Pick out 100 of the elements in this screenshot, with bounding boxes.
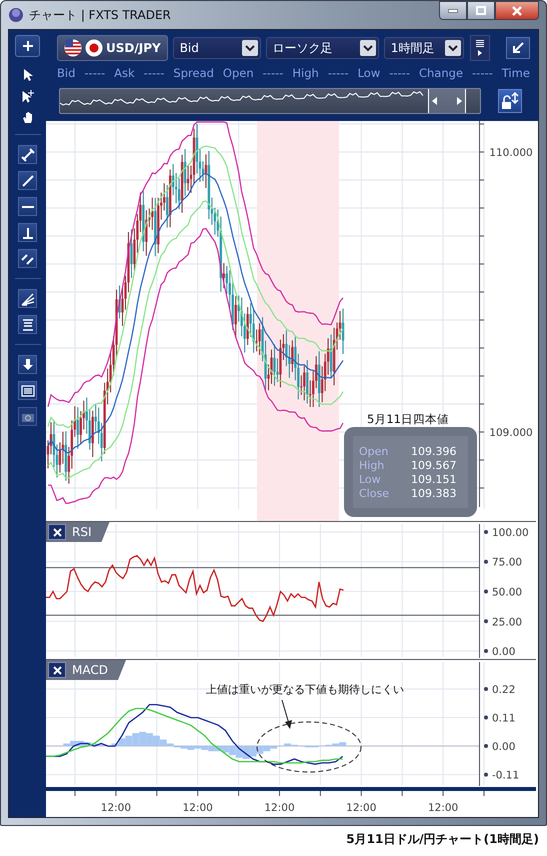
plus-icon xyxy=(22,41,32,51)
ohlc-value: 109.567 xyxy=(411,458,458,472)
trend-line-tool-button[interactable] xyxy=(18,171,37,190)
navigator-track[interactable] xyxy=(59,88,481,114)
tick-mark xyxy=(484,530,488,534)
quote-label: High xyxy=(292,66,319,80)
unlock-icon xyxy=(501,92,519,110)
quote-value: ----- xyxy=(472,66,493,80)
close-icon xyxy=(52,528,62,536)
arrow-icon xyxy=(512,42,524,54)
fan-lines-icon xyxy=(20,292,34,306)
annotation-arrow xyxy=(282,700,292,729)
move-cursor-icon xyxy=(22,90,34,103)
quote-label: Time xyxy=(502,66,530,80)
chart-type-dropdown[interactable]: ローソク足 xyxy=(266,37,379,59)
quote-label: Change xyxy=(418,66,464,80)
minimize-button[interactable] xyxy=(439,1,467,20)
list-icon xyxy=(20,384,34,396)
quote-label: Spread xyxy=(173,66,214,80)
close-button[interactable] xyxy=(495,1,539,20)
close-button[interactable] xyxy=(48,524,66,540)
ohlc-label: High xyxy=(359,458,386,472)
fan-lines-tool-button[interactable] xyxy=(18,289,37,308)
tick-mark xyxy=(484,772,488,777)
left-arrow-icon xyxy=(432,97,438,105)
camera-tool-button[interactable] xyxy=(18,407,37,426)
tick-mark xyxy=(484,560,488,564)
axis-label: 75.00 xyxy=(492,556,522,569)
us-flag-icon xyxy=(64,39,82,57)
annotation-text: 上値は重いが更なる下値も期待しにくい xyxy=(206,683,404,696)
minimize-icon xyxy=(448,8,458,12)
quote-value: ----- xyxy=(144,66,164,80)
fibonacci-lines-icon xyxy=(22,318,34,330)
download-tool-button[interactable] xyxy=(18,355,37,374)
axis-label: 50.00 xyxy=(492,586,522,598)
t-line-tool-button[interactable] xyxy=(18,223,37,242)
price-type-dropdown[interactable]: Bid xyxy=(172,37,261,59)
quote-value: ----- xyxy=(262,66,284,80)
navigator-window[interactable] xyxy=(428,89,466,113)
quote-label: Low xyxy=(358,66,380,80)
trend-line-icon xyxy=(22,174,34,186)
quote-value: ----- xyxy=(389,66,410,80)
tick-mark xyxy=(484,649,488,654)
tick-mark xyxy=(484,590,488,594)
parallel-lines-icon xyxy=(20,254,34,264)
hand-icon xyxy=(22,112,32,123)
measure-tool-tool-button[interactable] xyxy=(18,145,37,164)
japan-flag-icon xyxy=(85,39,103,57)
panel-title: RSI xyxy=(72,525,92,539)
close-button[interactable] xyxy=(48,662,66,678)
ohlc-label: Close xyxy=(359,486,390,500)
download-icon xyxy=(22,358,32,370)
panel-title: MACD xyxy=(72,663,108,677)
panel-menu-button[interactable] xyxy=(470,35,490,61)
tick-mark xyxy=(484,744,488,748)
list-tool-button[interactable] xyxy=(18,381,37,400)
time-label: 12:00 xyxy=(100,802,132,814)
add-button[interactable] xyxy=(15,35,40,57)
quote-label: Ask xyxy=(114,66,135,80)
time-label: 12:00 xyxy=(428,802,458,814)
chart-caption: 5月11日ドル/円チャート(1時間足) xyxy=(345,831,540,848)
tick-mark xyxy=(484,716,488,720)
axis-label: 100.00 xyxy=(492,526,529,539)
close-icon xyxy=(511,6,523,16)
time-label: 12:00 xyxy=(182,802,213,814)
timeframe-dropdown[interactable]: 1時間足 xyxy=(384,37,464,59)
horizontal-line-tool-button[interactable] xyxy=(18,197,37,216)
unlock-button[interactable] xyxy=(498,89,522,113)
quote-value: ----- xyxy=(328,66,349,80)
axis-label: 0.00 xyxy=(492,646,516,658)
camera-icon xyxy=(22,414,34,422)
measure-tool-icon xyxy=(20,148,34,162)
axis-label: 110.000 xyxy=(489,147,533,159)
ohlc-value: 109.383 xyxy=(411,486,458,500)
cursor-icon xyxy=(24,69,32,81)
ohlc-value: 109.151 xyxy=(411,472,458,486)
time-label: 12:00 xyxy=(264,802,295,814)
chevron-down-icon xyxy=(444,40,461,56)
axis-label: -0.11 xyxy=(492,770,520,782)
axis-label: 109.000 xyxy=(489,427,533,439)
window-title: チャート | FXTS TRADER xyxy=(29,6,171,24)
right-arrow-icon xyxy=(456,97,462,105)
tick-mark xyxy=(484,619,488,624)
close-icon xyxy=(52,666,62,674)
quote-label: Bid xyxy=(57,66,76,80)
maximize-icon xyxy=(476,6,486,15)
currency-pair-button[interactable]: USD/JPY xyxy=(57,35,168,61)
axis-label: 0.00 xyxy=(492,741,516,754)
ohlc-value: 109.396 xyxy=(411,444,458,458)
quote-value: ----- xyxy=(84,66,106,80)
ohlc-title: 5月11日四本値 xyxy=(367,412,449,427)
fibonacci-lines-tool-button[interactable] xyxy=(18,315,37,334)
chevron-down-icon xyxy=(360,40,376,56)
ohlc-label: Open xyxy=(359,444,390,458)
menu-icon xyxy=(476,40,484,56)
maximize-button[interactable] xyxy=(467,1,495,20)
axis-label: 25.00 xyxy=(492,616,522,628)
axis-label: 0.22 xyxy=(492,684,516,696)
undock-button[interactable] xyxy=(506,37,530,59)
parallel-lines-tool-button[interactable] xyxy=(18,249,37,268)
